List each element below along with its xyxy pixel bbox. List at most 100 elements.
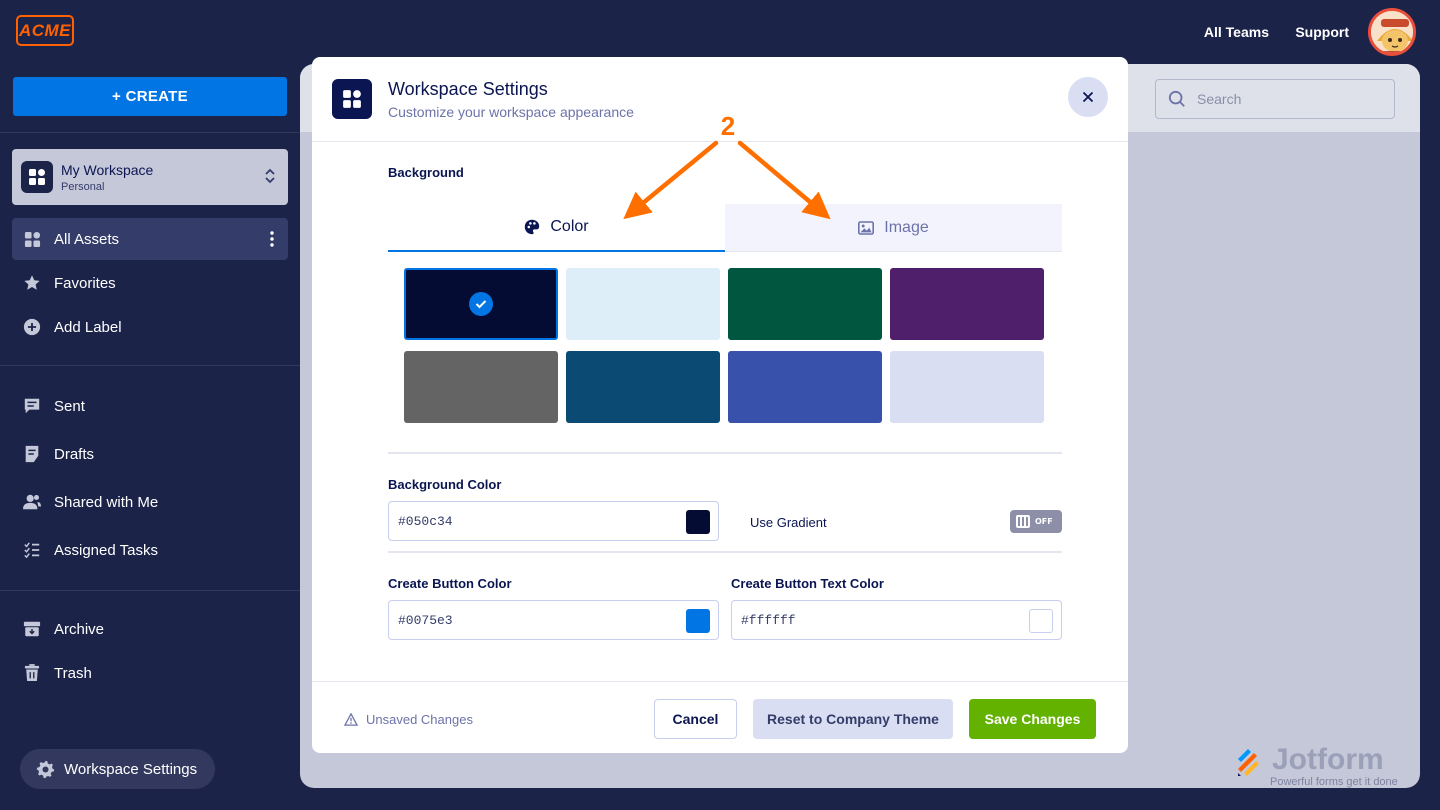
message-icon — [22, 396, 42, 416]
grid-icon — [22, 229, 42, 249]
sidebar-divider — [0, 365, 300, 366]
sidebar-item-archive[interactable]: Archive — [12, 608, 288, 650]
use-gradient-label: Use Gradient — [750, 515, 827, 530]
section-divider — [388, 551, 1062, 553]
archive-icon — [22, 619, 42, 639]
background-color-value: #050c34 — [398, 513, 453, 529]
workspace-settings-modal: Workspace Settings Customize your worksp… — [312, 57, 1128, 753]
tab-image-label: Image — [884, 218, 929, 236]
acme-logo[interactable]: ACME — [16, 15, 74, 46]
user-avatar[interactable] — [1368, 8, 1416, 56]
tasks-icon — [22, 540, 42, 560]
sidebar-item-sent[interactable]: Sent — [12, 385, 288, 427]
sidebar-item-label: Sent — [54, 397, 85, 415]
modal-title: Workspace Settings — [388, 79, 548, 99]
sidebar-item-drafts[interactable]: Drafts — [12, 433, 288, 475]
background-color-input[interactable]: #050c34 — [388, 501, 719, 541]
color-swatch[interactable] — [728, 268, 882, 340]
color-swatch[interactable] — [890, 351, 1044, 423]
toggle-state: OFF — [1035, 517, 1053, 526]
save-changes-button[interactable]: Save Changes — [969, 699, 1096, 739]
search-input[interactable]: Search — [1155, 79, 1395, 119]
color-swatch[interactable] — [404, 268, 558, 340]
create-button-color-value: #0075e3 — [398, 612, 453, 628]
close-button[interactable] — [1068, 77, 1108, 117]
jotform-tagline: Powerful forms get it done — [1270, 776, 1398, 788]
sidebar-divider — [0, 132, 300, 133]
tab-color[interactable]: Color — [388, 204, 725, 252]
sidebar-item-trash[interactable]: Trash — [12, 652, 288, 694]
sidebar-item-all-assets[interactable]: All Assets — [12, 218, 288, 260]
chevron-up-down-icon — [264, 167, 276, 190]
create-button-text-color-chip[interactable] — [1029, 609, 1053, 633]
palette-icon — [524, 219, 540, 235]
plus-circle-icon — [22, 317, 42, 337]
use-gradient-toggle[interactable]: OFF — [1010, 510, 1062, 533]
color-swatch[interactable] — [728, 351, 882, 423]
workspace-type: Personal — [61, 180, 105, 193]
sidebar-divider — [0, 590, 300, 591]
sidebar-item-label: Trash — [54, 664, 92, 682]
avatar-illustration — [1371, 11, 1413, 53]
background-color-label: Background Color — [388, 477, 502, 492]
star-icon — [22, 273, 42, 293]
jotform-mark-icon — [1234, 745, 1266, 777]
kebab-menu-icon[interactable] — [270, 231, 274, 251]
sidebar-item-label: All Assets — [54, 230, 120, 248]
support-link[interactable]: Support — [1295, 24, 1349, 40]
close-icon — [1082, 91, 1094, 103]
trash-icon — [22, 663, 42, 683]
modal-subtitle: Customize your workspace appearance — [388, 104, 634, 120]
sidebar-item-label: Drafts — [54, 445, 95, 463]
search-icon — [1168, 90, 1186, 108]
sidebar-item-assigned-tasks[interactable]: Assigned Tasks — [12, 529, 288, 571]
workspace-selector[interactable]: My Workspace Personal — [12, 149, 288, 205]
color-swatch[interactable] — [404, 351, 558, 423]
sidebar-item-favorites[interactable]: Favorites — [12, 262, 288, 304]
all-teams-link[interactable]: All Teams — [1204, 24, 1269, 40]
jotform-logo: Jotform Powerful forms get it done — [1234, 745, 1398, 788]
workspace-icon — [332, 79, 372, 119]
cancel-button[interactable]: Cancel — [654, 699, 737, 739]
workspace-settings-label: Workspace Settings — [64, 760, 198, 778]
sidebar-item-label: Shared with Me — [54, 493, 159, 511]
users-icon — [22, 492, 42, 512]
workspace-icon — [21, 161, 53, 193]
create-button[interactable]: + CREATE — [13, 77, 287, 116]
sidebar-item-label: Assigned Tasks — [54, 541, 158, 559]
sidebar-item-label: Add Label — [54, 318, 122, 336]
toggle-grip-icon — [1016, 515, 1030, 528]
modal-header: Workspace Settings Customize your worksp… — [312, 57, 1128, 142]
unsaved-changes-label: Unsaved Changes — [366, 712, 473, 727]
create-button-text-color-input[interactable]: #ffffff — [731, 600, 1062, 640]
create-button-color-chip[interactable] — [686, 609, 710, 633]
create-button-color-label: Create Button Color — [388, 576, 512, 591]
section-divider — [388, 452, 1062, 454]
jotform-name: Jotform — [1272, 743, 1384, 776]
tab-image[interactable]: Image — [725, 204, 1062, 252]
reset-to-company-theme-button[interactable]: Reset to Company Theme — [753, 699, 953, 739]
sidebar-item-shared[interactable]: Shared with Me — [12, 481, 288, 523]
background-label: Background — [388, 165, 464, 180]
workspace-name: My Workspace — [61, 161, 154, 178]
background-color-chip[interactable] — [686, 510, 710, 534]
create-button-color-input[interactable]: #0075e3 — [388, 600, 719, 640]
draft-icon — [22, 444, 42, 464]
create-button-text-color-label: Create Button Text Color — [731, 576, 884, 591]
sidebar-item-add-label[interactable]: Add Label — [12, 306, 288, 348]
search-placeholder: Search — [1197, 91, 1242, 107]
modal-footer: Unsaved Changes Cancel Reset to Company … — [312, 681, 1128, 753]
sidebar-item-label: Favorites — [54, 274, 116, 292]
sidebar-item-label: Archive — [54, 620, 105, 638]
create-button-text-color-value: #ffffff — [741, 612, 796, 628]
warning-icon — [344, 713, 358, 726]
color-swatch[interactable] — [890, 268, 1044, 340]
color-swatch[interactable] — [566, 268, 720, 340]
color-swatch[interactable] — [566, 351, 720, 423]
check-icon — [469, 292, 493, 316]
background-tabs: Color Image — [388, 204, 1062, 252]
workspace-settings-button[interactable]: Workspace Settings — [20, 749, 215, 789]
tab-color-label: Color — [550, 218, 589, 235]
image-icon — [858, 220, 875, 235]
gear-icon — [36, 760, 55, 779]
